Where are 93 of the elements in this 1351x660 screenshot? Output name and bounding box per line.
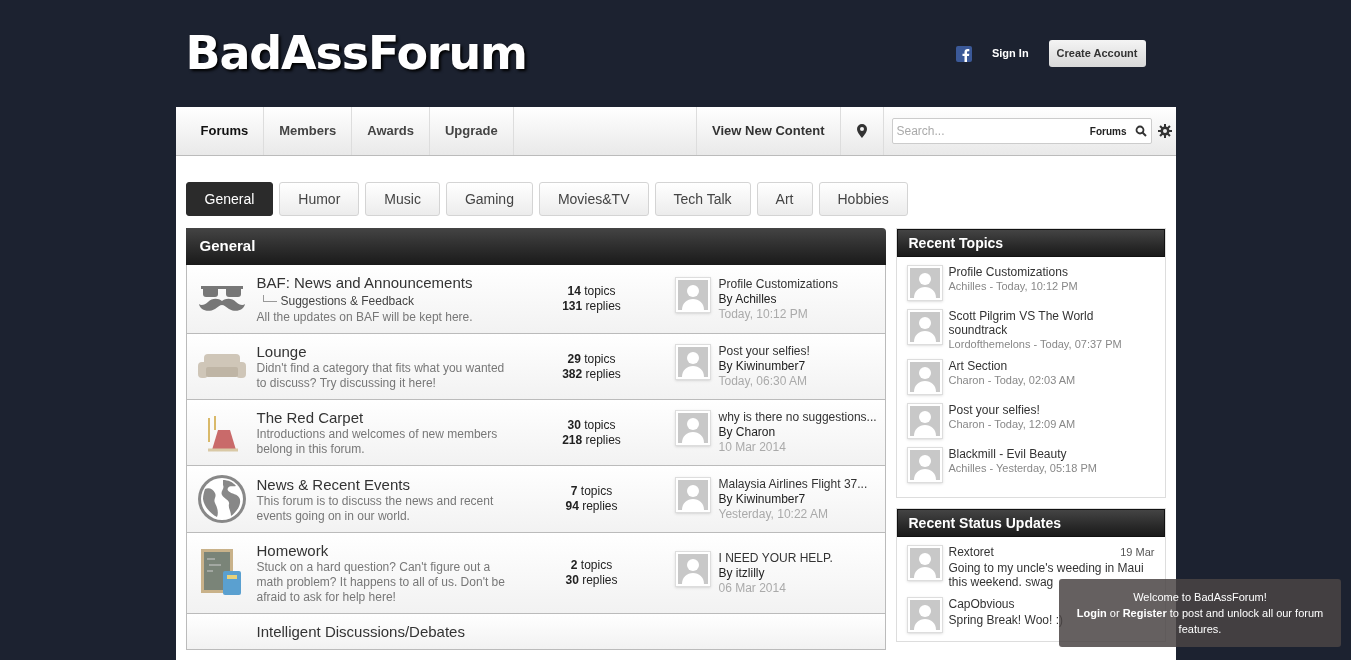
category-tab[interactable]: Humor [279, 182, 360, 216]
nav-tab[interactable]: Members [263, 107, 352, 155]
topic-meta: Charon - Today, 02:03 AM [948, 373, 1076, 387]
forum-title[interactable]: BAF: News and Announcements [256, 273, 517, 292]
chalkboard-icon [200, 549, 243, 597]
category-tab[interactable]: Music [365, 182, 440, 216]
globe-icon [196, 474, 247, 524]
last-post-time: Today, 10:12 PM [718, 306, 809, 322]
topic-meta: Achilles - Today, 10:12 PM [948, 279, 1078, 293]
last-post-author[interactable]: By Kiwinumber7 [718, 359, 810, 374]
reply-count: 94 replies [565, 499, 618, 514]
search-icon[interactable] [1134, 125, 1147, 137]
avatar-icon [909, 406, 940, 436]
forum-title[interactable]: Intelligent Discussions/Debates [256, 622, 517, 641]
forum-description: This forum is to discuss the news and recent events going on in our world. [256, 493, 495, 524]
topic-count: 29 topics [567, 351, 616, 367]
avatar-icon [909, 450, 940, 480]
search-field[interactable]: Search... Forums [891, 118, 1152, 144]
topic-count: 30 topics [567, 417, 616, 433]
topic-meta: Lordofthemelons - Today, 07:37 PM [948, 337, 1123, 351]
last-post-time: 10 Mar 2014 [718, 440, 787, 455]
status-text: Going to my uncle's weeding in Maui this weekend. swag [948, 561, 1145, 589]
forum-title[interactable]: Lounge [256, 342, 517, 361]
last-post-title[interactable]: I NEED YOUR HELP. [718, 550, 833, 566]
settings-icon[interactable] [1157, 124, 1172, 138]
avatar-icon [909, 268, 940, 298]
reply-count: 218 replies [562, 432, 621, 448]
last-post-title[interactable]: why is there no suggestions... [718, 410, 877, 425]
last-post-author[interactable]: By Kiwinumber7 [718, 491, 868, 507]
panel-header: Recent Status Updates [896, 509, 1165, 537]
topic-meta: Charon - Today, 12:09 AM [948, 417, 1076, 431]
panel-header: Recent Topics [896, 229, 1165, 257]
forum-title[interactable]: News & Recent Events [256, 474, 517, 494]
view-new-content-link[interactable]: View New Content [696, 107, 841, 155]
category-tab[interactable]: Movies&TV [538, 182, 649, 216]
topic-title[interactable]: Profile Customizations [948, 265, 1078, 279]
avatar-icon [909, 362, 940, 392]
avatar-icon [677, 279, 708, 310]
topic-title[interactable]: Art Section [948, 359, 1076, 373]
status-author[interactable]: Rextoret [948, 545, 994, 559]
topic-title[interactable]: Scott Pilgrim VS The World soundtrack [948, 309, 1155, 337]
last-post-time: Yesterday, 10:22 AM [718, 506, 829, 522]
category-tab[interactable]: Hobbies [818, 182, 908, 216]
glasses-mustache-icon [198, 284, 245, 314]
topic-title[interactable]: Post your selfies! [948, 403, 1076, 417]
last-post-time: Today, 06:30 AM [718, 374, 808, 389]
forum-title[interactable]: The Red Carpet [256, 408, 517, 427]
welcome-title: Welcome to BadAssForum! [1132, 590, 1268, 605]
topic-meta: Achilles - Yesterday, 05:18 PM [948, 461, 1097, 475]
create-account-button[interactable]: Create Account [1048, 40, 1146, 67]
forum-description: Stuck on a hard question? Can't figure out a math problem? It happens to all of us. Don't be afraid to ask for help here! [256, 560, 506, 605]
map-pin-icon[interactable] [856, 124, 867, 138]
reply-count: 30 replies [565, 573, 618, 588]
search-scope[interactable]: Forums [1081, 123, 1135, 139]
last-post-author[interactable]: By itzlilly [718, 565, 833, 581]
avatar-icon [677, 347, 708, 377]
last-post-author[interactable]: By Charon [718, 425, 877, 440]
last-post-title[interactable]: Post your selfies! [718, 344, 810, 359]
status-date: 19 Mar [1120, 545, 1155, 559]
nav-tab[interactable]: Upgrade [429, 107, 513, 155]
site-logo[interactable]: BadAssForum [185, 19, 527, 88]
facebook-icon[interactable] [955, 45, 972, 62]
category-tab[interactable]: General [185, 182, 274, 216]
last-post-author[interactable]: By Achilles [718, 291, 838, 307]
last-post-time: 06 Mar 2014 [718, 580, 787, 596]
nav-tab[interactable]: Forums [185, 107, 264, 155]
avatar-icon [909, 312, 940, 342]
reply-count: 131 replies [562, 299, 621, 314]
topic-count: 14 topics [567, 284, 616, 299]
forum-title[interactable]: Homework [256, 541, 517, 560]
category-header: General [185, 228, 886, 265]
avatar-icon [677, 553, 708, 584]
sign-in-link[interactable]: Sign In [983, 45, 1037, 62]
forum-description: All the updates on BAF will be kept here. [256, 310, 474, 325]
topic-count: 2 topics [570, 558, 613, 573]
topic-title[interactable]: Blackmill - Evil Beauty [948, 447, 1097, 461]
nav-tab[interactable]: Awards [351, 107, 429, 155]
avatar-icon [677, 479, 708, 510]
avatar-icon [909, 548, 940, 578]
last-post-title[interactable]: Profile Customizations [718, 276, 838, 292]
forum-description: Didn't find a category that fits what you wanted to discuss? Try discussing it here! [256, 361, 506, 391]
subforum-link[interactable]: Suggestions & Feedback [280, 292, 414, 310]
forum-description: Introductions and welcomes of new members belong in this forum. [256, 427, 499, 457]
category-tab[interactable]: Gaming [445, 182, 533, 216]
avatar-icon [909, 600, 940, 630]
topic-count: 7 topics [570, 484, 613, 499]
avatar-icon [677, 413, 708, 443]
category-tab[interactable]: Tech Talk [654, 182, 751, 216]
reply-count: 382 replies [562, 366, 621, 382]
category-tab[interactable]: Art [756, 182, 813, 216]
welcome-message: Login or Register to post and unlock all our forum features. [1075, 606, 1325, 637]
status-author[interactable]: CapObvious [948, 597, 1015, 611]
last-post-title[interactable]: Malaysia Airlines Flight 37... [718, 476, 868, 492]
